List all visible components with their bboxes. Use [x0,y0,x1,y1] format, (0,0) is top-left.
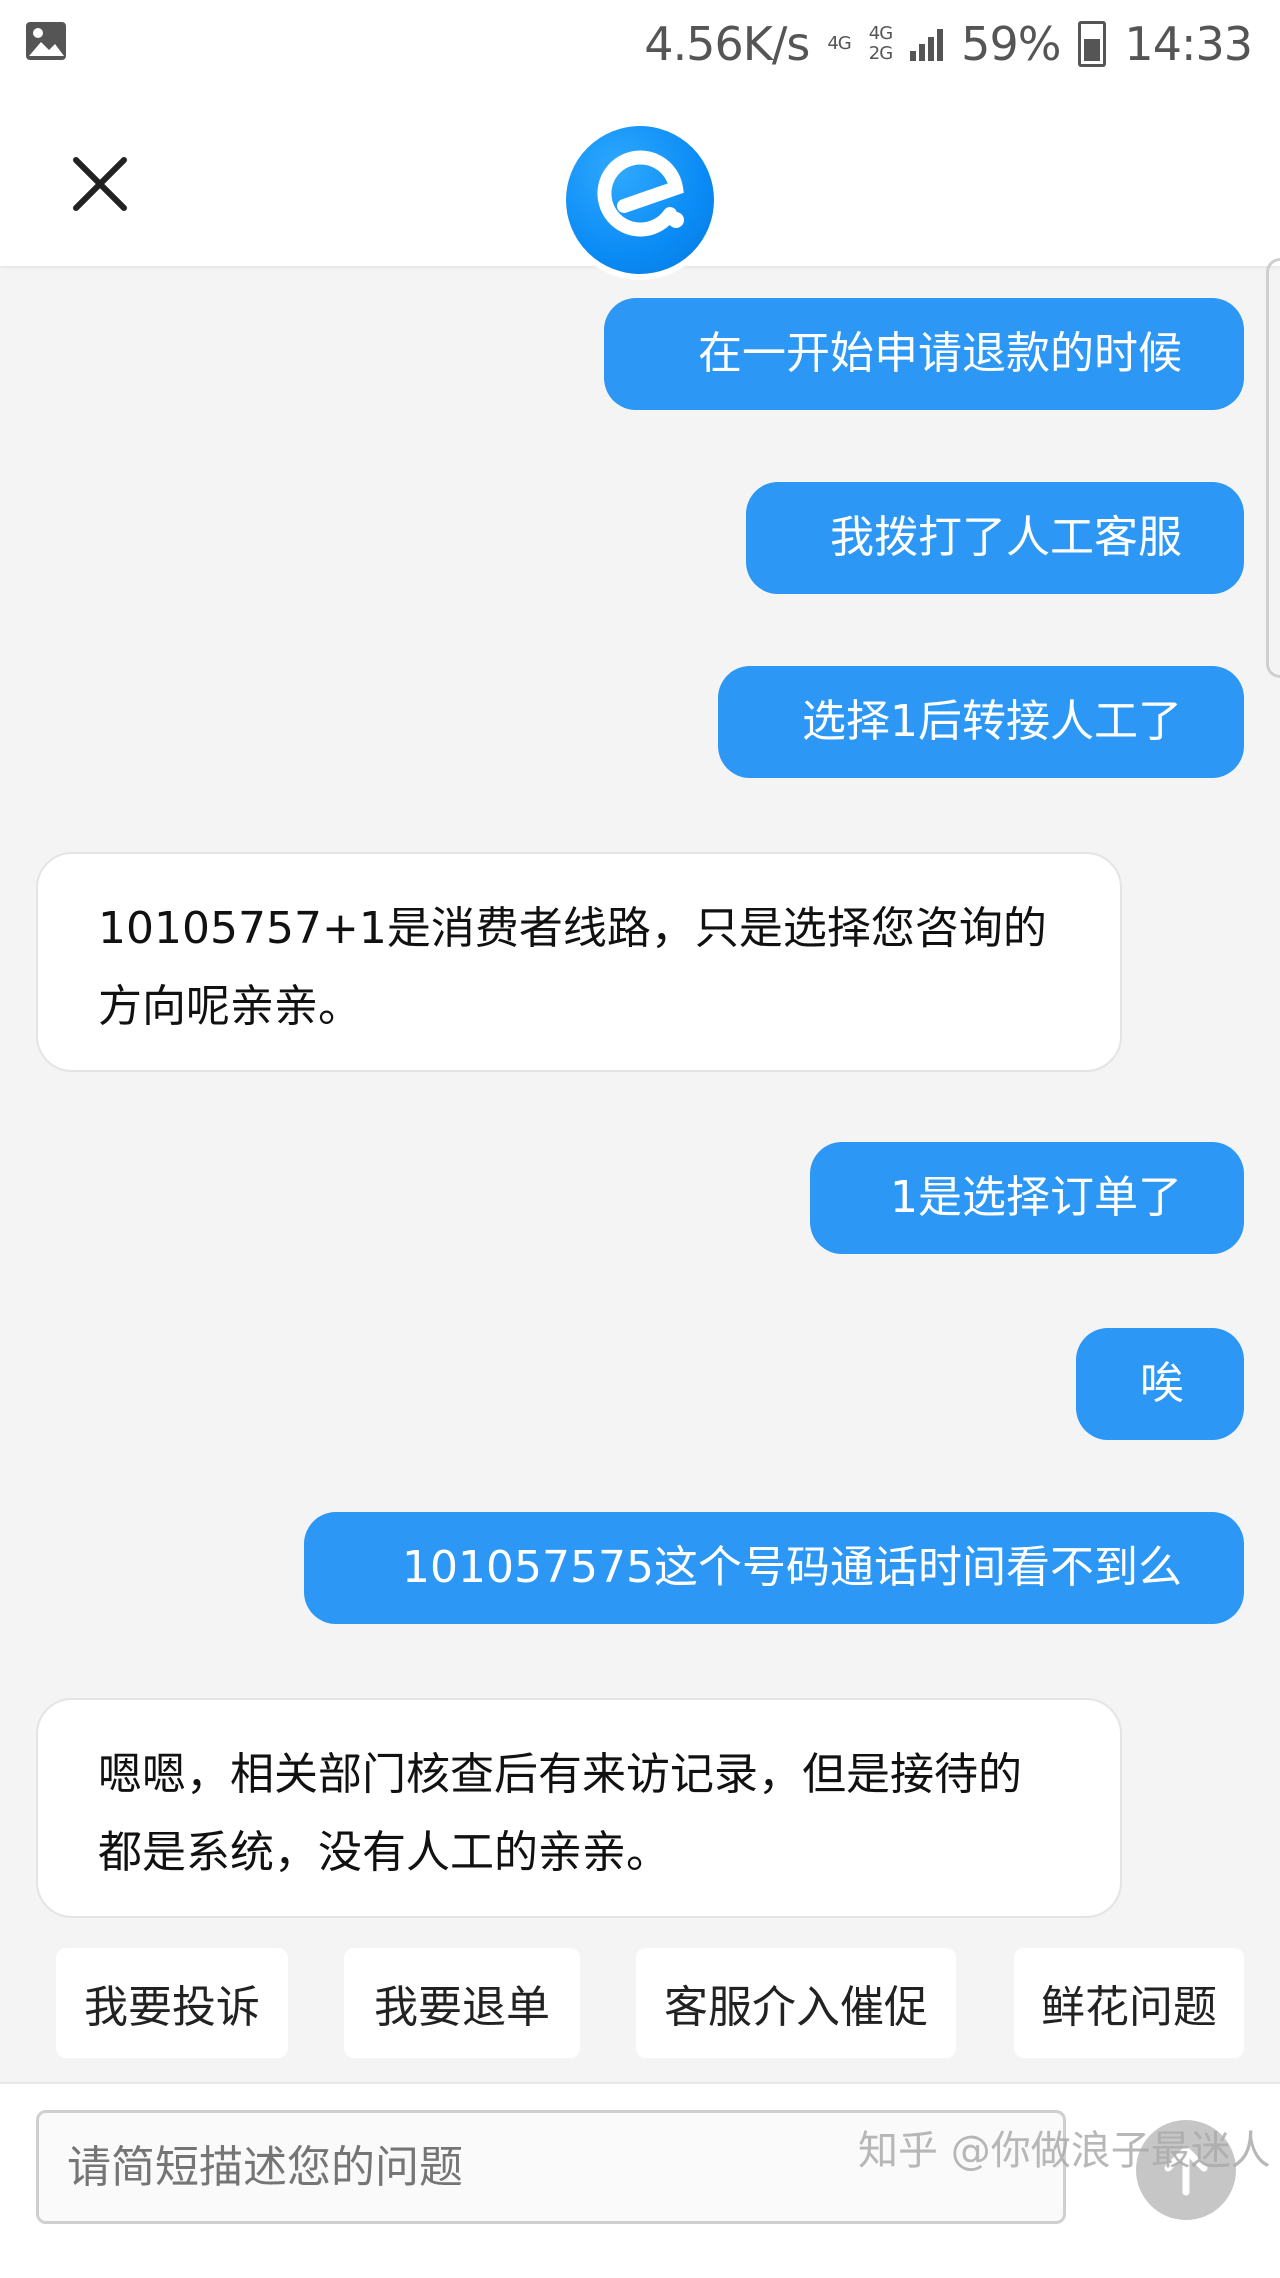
network-speed: 4.56K/s [644,17,810,71]
message-text: 我拨打了人工客服 [830,512,1182,563]
eleme-logo-icon [560,120,720,280]
quick-reply-label: 客服介入催促 [664,1982,928,2033]
quick-reply-complaint[interactable]: 我要投诉 [56,1948,288,2058]
status-bar: 4.56K/s 4G 4G 2G 59% 14:33 [0,0,1280,88]
quick-reply-label: 鲜花问题 [1041,1982,1217,2033]
quick-reply-refund[interactable]: 我要退单 [344,1948,580,2058]
network-type-bottom: 2G [868,43,893,64]
watermark: 知乎 @你做浪子最迷人 [858,2128,1271,2174]
message-bubble-outgoing: 我拨打了人工客服 [746,482,1244,594]
message-text: 嗯嗯，相关部门核查后有来访记录，但是接待的都是系统，没有人工的亲亲。 [98,1749,1022,1878]
clock: 14:33 [1124,17,1253,71]
message-bubble-outgoing: 唉 [1076,1328,1244,1440]
message-text: 1是选择订单了 [890,1172,1182,1223]
quick-reply-flowers[interactable]: 鲜花问题 [1014,1948,1244,2058]
network-type-indicator-2: 4G 2G [868,23,893,64]
battery-percent: 59% [961,17,1061,71]
message-text: 101057575这个号码通话时间看不到么 [402,1542,1182,1593]
message-bubble-outgoing: 在一开始申请退款的时候 [604,298,1244,410]
quick-reply-urge[interactable]: 客服介入催促 [636,1948,956,2058]
quick-reply-label: 我要退单 [374,1982,550,2033]
message-text: 选择1后转接人工了 [802,696,1182,747]
message-text: 唉 [1140,1358,1184,1409]
message-text: 在一开始申请退款的时候 [698,328,1182,379]
scrollbar[interactable] [1266,258,1280,678]
message-bubble-incoming: 10105757+1是消费者线路，只是选择您咨询的方向呢亲亲。 [36,852,1122,1072]
quick-reply-label: 我要投诉 [84,1982,260,2033]
close-icon[interactable] [64,148,136,220]
message-text: 10105757+1是消费者线路，只是选择您咨询的方向呢亲亲。 [98,903,1047,1032]
network-type-indicator: 4G [827,33,851,54]
message-composer [0,2082,1280,2278]
message-bubble-outgoing: 101057575这个号码通话时间看不到么 [304,1512,1244,1624]
battery-icon [1078,21,1107,67]
network-type-top: 4G [827,33,851,54]
message-bubble-outgoing: 1是选择订单了 [810,1142,1244,1254]
signal-icon [910,27,944,61]
message-bubble-outgoing: 选择1后转接人工了 [718,666,1244,778]
image-icon [26,22,66,60]
message-bubble-incoming: 嗯嗯，相关部门核查后有来访记录，但是接待的都是系统，没有人工的亲亲。 [36,1698,1122,1918]
network-type-mid: 4G [868,23,893,44]
